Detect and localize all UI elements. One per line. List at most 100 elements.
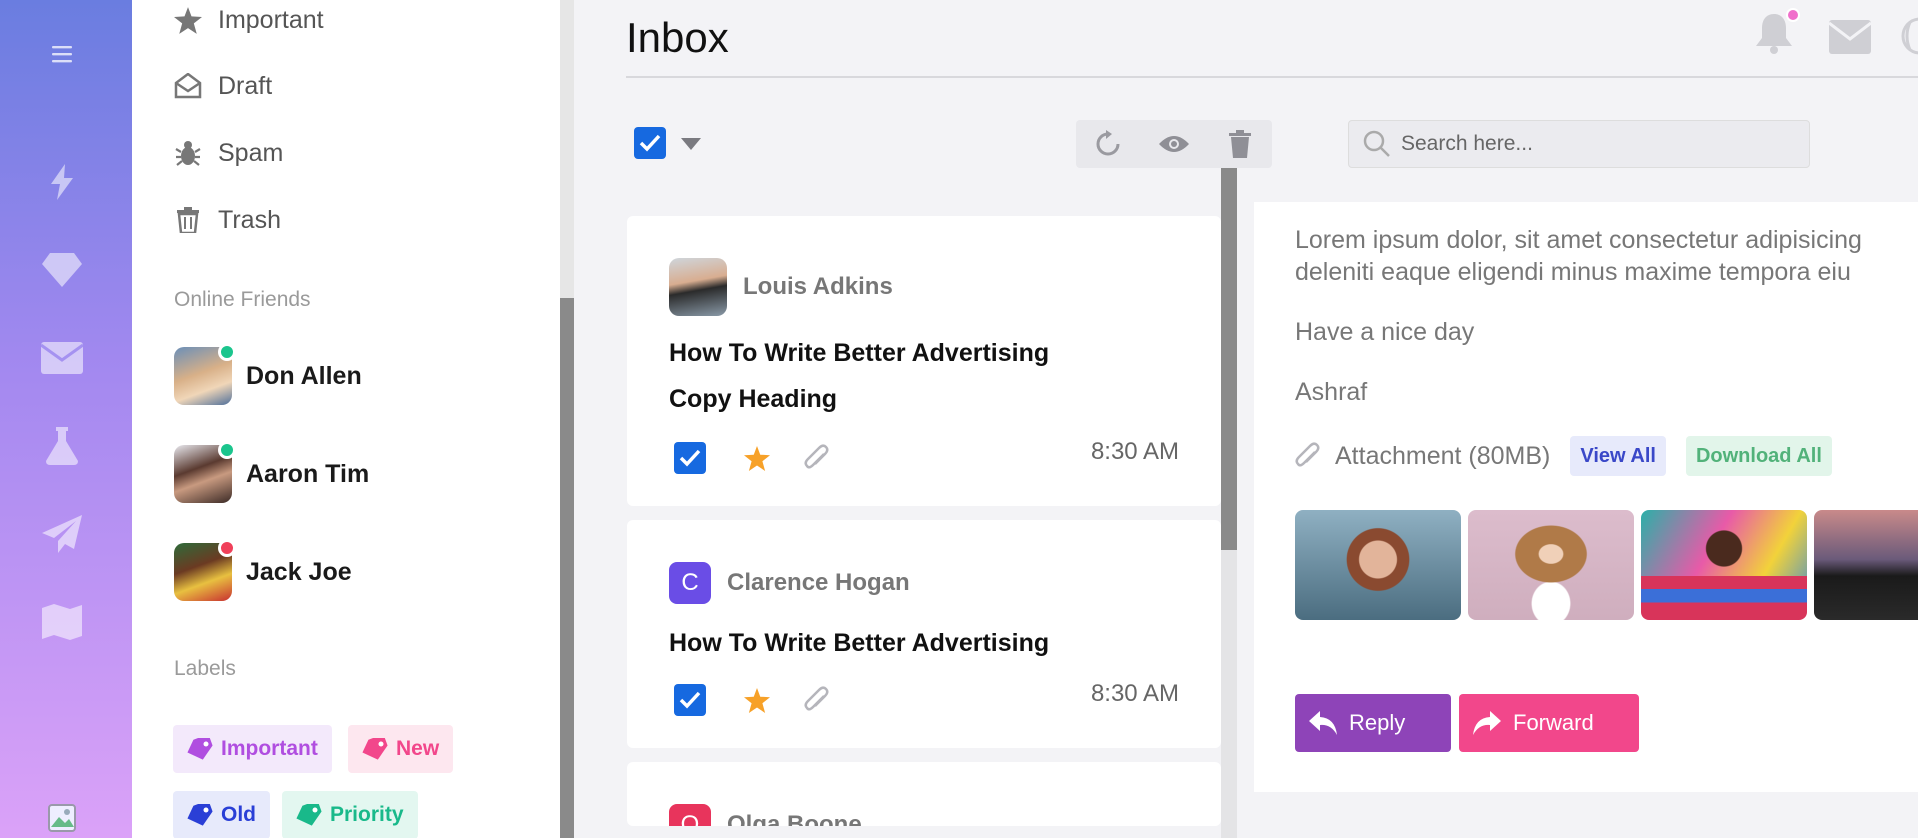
envelope-icon[interactable] [40, 336, 84, 380]
attachment-thumbnails [1295, 510, 1918, 620]
notification-dot [1786, 8, 1800, 22]
star-icon[interactable] [744, 445, 770, 471]
label-old[interactable]: Old [173, 791, 270, 838]
folder-trash[interactable]: Trash [174, 200, 281, 240]
view-all-button[interactable]: View All [1570, 436, 1666, 476]
avatar [174, 539, 236, 601]
paperclip-icon [1295, 442, 1320, 467]
label-text: Important [221, 737, 318, 760]
globe-icon[interactable] [1900, 16, 1918, 56]
sender-name: Olga Boone [727, 811, 862, 826]
icon-rail [0, 0, 132, 838]
avatar: O [669, 804, 711, 826]
broken-image-icon [40, 796, 84, 838]
flask-icon[interactable] [40, 424, 84, 468]
paperclip-icon[interactable] [804, 444, 830, 472]
envelope-icon[interactable] [1829, 20, 1871, 54]
refresh-button[interactable] [1076, 120, 1140, 168]
mail-time: 8:30 AM [1090, 680, 1179, 707]
forward-button[interactable]: Forward [1459, 694, 1639, 752]
friend-item[interactable]: Aaron Tim [174, 441, 370, 504]
delete-button[interactable] [1208, 120, 1272, 168]
signature-text: Ashraf [1295, 378, 1368, 406]
mail-actions [674, 684, 830, 716]
offline-status-dot [218, 539, 236, 557]
label-new[interactable]: New [348, 725, 454, 773]
reply-button[interactable]: Reply [1295, 694, 1451, 752]
diamond-icon[interactable] [40, 248, 84, 292]
chevron-down-icon[interactable] [681, 138, 701, 150]
folder-label: Spam [218, 138, 284, 167]
map-icon[interactable] [40, 600, 84, 644]
scrollbar-thumb[interactable] [1221, 168, 1237, 550]
friend-item[interactable]: Jack Joe [174, 539, 352, 602]
reply-icon [1309, 711, 1337, 735]
star-icon [174, 6, 202, 34]
refresh-icon [1096, 130, 1120, 156]
mail-time: 8:30 AM [1090, 438, 1179, 465]
trash-icon [1229, 130, 1251, 158]
header-divider [626, 76, 1918, 78]
attachment-label: Attachment (80MB) [1335, 441, 1551, 470]
attachment-image[interactable] [1814, 510, 1918, 620]
search-box[interactable] [1348, 120, 1810, 168]
download-all-button[interactable]: Download All [1685, 436, 1832, 476]
folder-spam[interactable]: Spam [174, 133, 283, 173]
open-envelope-icon [174, 72, 202, 100]
label-text: Priority [330, 803, 404, 826]
attachment-image[interactable] [1641, 510, 1807, 620]
trash-icon [174, 206, 202, 234]
friend-name: Jack Joe [246, 557, 352, 586]
mail-reading-pane: Lorem ipsum dolor, sit amet consectetur … [1254, 202, 1918, 792]
mail-item[interactable]: C Clarence Hogan How To Write Better Adv… [627, 520, 1221, 748]
friend-name: Don Allen [246, 361, 362, 390]
online-status-dot [218, 441, 236, 459]
select-all-checkbox[interactable] [634, 127, 666, 159]
attachment-image[interactable] [1468, 510, 1634, 620]
panel-scrollbar[interactable] [560, 0, 574, 838]
avatar [174, 441, 236, 503]
label-text: Old [221, 803, 256, 826]
folder-draft[interactable]: Draft [174, 66, 272, 106]
paperclip-icon[interactable] [804, 686, 830, 714]
mail-sender: O Olga Boone [669, 804, 862, 826]
paper-plane-icon[interactable] [40, 512, 84, 556]
tag-icon [296, 804, 322, 826]
menu-icon[interactable] [40, 32, 84, 76]
label-important[interactable]: Important [173, 725, 332, 773]
scrollbar-thumb[interactable] [560, 298, 574, 838]
mail-sender: Louis Adkins [669, 258, 893, 316]
search-icon [1363, 130, 1390, 157]
folder-label: Important [218, 5, 324, 34]
reply-label: Reply [1349, 710, 1406, 735]
mail-subject: How To Write Better Advertising [669, 629, 1050, 657]
avatar [669, 258, 727, 316]
friend-item[interactable]: Don Allen [174, 343, 362, 406]
bolt-icon[interactable] [40, 160, 84, 204]
mail-subject: How To Write Better Advertising Copy Hea… [669, 330, 1049, 422]
tag-icon [362, 738, 388, 760]
friend-name: Aaron Tim [246, 459, 370, 488]
bell-icon[interactable] [1756, 14, 1792, 54]
star-icon[interactable] [744, 687, 770, 713]
mail-item[interactable]: Louis Adkins How To Write Better Adverti… [627, 216, 1221, 506]
avatar: C [669, 562, 711, 604]
folder-label: Draft [218, 71, 273, 100]
mail-checkbox[interactable] [674, 442, 706, 474]
tag-icon [187, 804, 213, 826]
bug-icon [174, 139, 202, 167]
mail-item[interactable]: O Olga Boone [627, 762, 1221, 826]
mail-checkbox[interactable] [674, 684, 706, 716]
greeting-text: Have a nice day [1295, 318, 1475, 346]
sender-name: Clarence Hogan [727, 569, 910, 596]
mail-list-scrollbar[interactable] [1221, 168, 1237, 838]
forward-icon [1473, 711, 1501, 735]
search-input[interactable] [1401, 132, 1801, 156]
attachment-image[interactable] [1295, 510, 1461, 620]
body-text: deleniti eaque eligendi minus maxime tem… [1295, 258, 1851, 286]
folder-important[interactable]: Important [174, 0, 324, 40]
mark-read-button[interactable] [1142, 120, 1206, 168]
body-text: Lorem ipsum dolor, sit amet consectetur … [1295, 226, 1862, 254]
label-priority[interactable]: Priority [282, 791, 418, 838]
folder-label: Trash [218, 205, 281, 234]
